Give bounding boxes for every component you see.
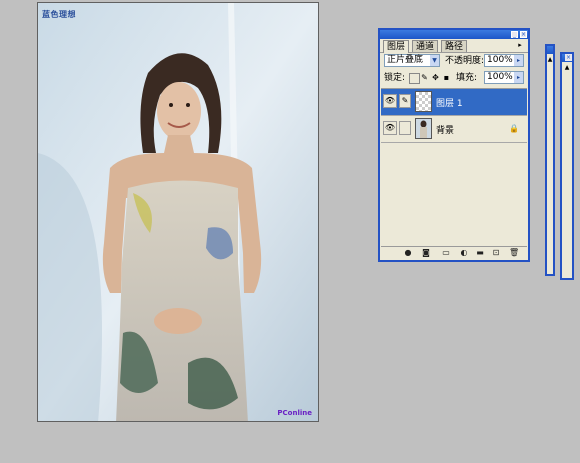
tab-layers[interactable]: 图层 (383, 40, 410, 53)
chevron-down-icon[interactable]: ▼ (430, 55, 439, 66)
layer-mask-icon[interactable]: ▭ (441, 248, 451, 258)
close-icon[interactable]: × (520, 31, 527, 38)
blend-mode-value: 正片叠底 (387, 55, 424, 65)
eye-icon[interactable]: 👁 (383, 94, 397, 108)
collapsed-palette-1[interactable]: ▲ (545, 44, 555, 276)
tab-paths[interactable]: 路径 (441, 40, 468, 52)
collapsed-palette-titlebar[interactable]: × (562, 54, 572, 62)
layer-style-icon[interactable]: ◙ (421, 248, 431, 258)
blend-mode-select[interactable]: 正片叠底 ▼ (384, 54, 440, 67)
scroll-up-icon[interactable]: ▲ (547, 56, 553, 63)
layer-row-background[interactable]: 👁 背景 🔒 (381, 116, 527, 143)
close-icon[interactable]: × (565, 54, 572, 61)
new-layer-icon[interactable]: ⊡ (491, 248, 501, 258)
layer-name[interactable]: 图层 1 (436, 96, 463, 109)
palette-bottom-bar: ● ◙ ▭ ◐ ▬ ⊡ 🗑 (381, 246, 527, 259)
opacity-field[interactable]: 100% ▸ (484, 54, 524, 67)
palette-titlebar[interactable]: _ × (380, 30, 528, 39)
opacity-label: 不透明度: (445, 56, 485, 66)
brush-icon[interactable]: ✎ (399, 94, 411, 108)
new-group-icon[interactable]: ◐ (459, 248, 469, 258)
collapsed-palette-titlebar[interactable] (547, 46, 553, 54)
eye-icon[interactable]: 👁 (383, 121, 397, 135)
lock-label: 锁定: (384, 73, 406, 83)
adjustment-layer-icon[interactable]: ▬ (475, 248, 485, 258)
fill-value: 100% (487, 72, 513, 82)
fill-field[interactable]: 100% ▸ (484, 71, 524, 84)
watermark-logo-bottom: PConline (277, 409, 312, 417)
chevron-right-icon[interactable]: ▸ (514, 55, 523, 66)
lock-row: 锁定: ✎ ✥ ▪ 填充: 100% ▸ (380, 70, 528, 86)
palette-tabs: 图层 通道 路径 ▸ (380, 39, 528, 53)
layers-palette: _ × 图层 通道 路径 ▸ 正片叠底 ▼ 不透明度: 100% ▸ 锁定: ✎… (378, 28, 530, 262)
layer-thumbnail (415, 118, 432, 139)
watermark-logo-top: 蓝色理想 (42, 10, 76, 19)
chevron-right-icon[interactable]: ▸ (514, 72, 523, 83)
lock-icon: 🔒 (509, 124, 519, 133)
blend-row: 正片叠底 ▼ 不透明度: 100% ▸ (380, 53, 528, 69)
minimize-icon[interactable]: _ (511, 31, 518, 38)
fill-label: 填充: (456, 73, 478, 83)
tab-channels[interactable]: 通道 (412, 40, 439, 52)
layer-name[interactable]: 背景 (436, 123, 454, 136)
scroll-up-icon[interactable]: ▲ (562, 64, 572, 71)
lock-transparency-icon[interactable] (409, 73, 420, 84)
palette-menu-icon[interactable]: ▸ (516, 40, 524, 50)
collapsed-palette-2[interactable]: × ▲ (560, 52, 574, 280)
link-cell[interactable] (399, 121, 411, 135)
photo-image (38, 3, 318, 421)
link-layers-icon[interactable]: ● (403, 248, 413, 258)
layer-row-layer1[interactable]: 👁 ✎ 图层 1 (381, 89, 527, 116)
trash-icon[interactable]: 🗑 (509, 248, 519, 258)
layer-thumbnail (415, 91, 432, 112)
layers-list: 👁 ✎ 图层 1 👁 背景 🔒 (381, 88, 527, 249)
lock-position-icon[interactable]: ✥ (431, 73, 440, 82)
document-canvas[interactable]: 蓝色理想 PConline (37, 2, 319, 422)
lock-all-icon[interactable]: ▪ (442, 73, 451, 82)
opacity-value: 100% (487, 55, 513, 65)
lock-pixels-icon[interactable]: ✎ (420, 73, 429, 82)
